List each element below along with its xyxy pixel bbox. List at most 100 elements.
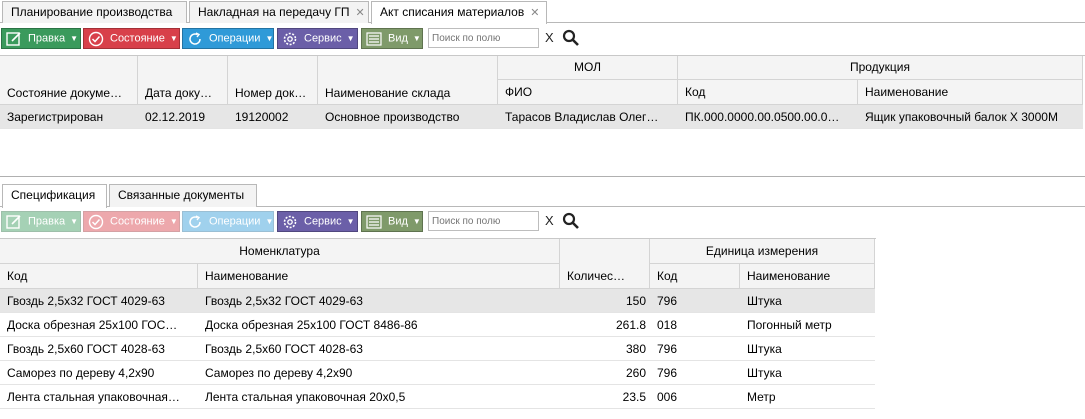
column-header-product-name[interactable]: Наименование [858, 80, 1083, 105]
cell-code: Гвоздь 2,5х32 ГОСТ 4029-63 [7, 294, 165, 308]
cell-unit-name: Штука [747, 366, 782, 380]
column-header-quantity[interactable]: Количес… [560, 264, 650, 289]
tab-specification[interactable]: Спецификация [2, 184, 107, 208]
state-button-label: Состояние [110, 32, 165, 45]
cell-state: Зарегистрирован [7, 110, 104, 124]
close-icon[interactable]: ✕ [530, 7, 539, 19]
column-header-state[interactable]: Состояние докуме… [0, 80, 138, 105]
clear-search-button[interactable]: X [545, 30, 554, 45]
cell-code: Доска обрезная 25х100 ГОС… [7, 318, 178, 332]
view-button-label: Вид [388, 32, 408, 45]
cell-unit-code: 018 [657, 318, 678, 332]
tab-transfer-invoice[interactable]: Накладная на передачу ГП ✕ [189, 1, 369, 23]
search-icon[interactable] [562, 29, 580, 47]
chevron-down-icon: ▼ [346, 217, 355, 226]
cell-unit-code: 796 [657, 294, 678, 308]
refresh-icon [189, 214, 201, 228]
operations-button[interactable]: Операции ▼ [182, 28, 274, 49]
search-icon[interactable] [562, 212, 580, 230]
cell-unit-code: 796 [657, 342, 678, 356]
search-input[interactable] [428, 28, 539, 48]
column-header-date[interactable]: Дата доку… [138, 80, 228, 105]
tab-production-planning[interactable]: Планирование производства [2, 1, 187, 23]
view-button[interactable]: Вид ▼ [361, 211, 423, 232]
tab-label: Спецификация [11, 188, 96, 202]
gear-icon [283, 215, 297, 228]
cell-quantity: 261.8 [615, 318, 646, 332]
state-button-label: Состояние [110, 215, 165, 228]
operations-button-label: Операции [209, 32, 261, 45]
cell-quantity: 150 [625, 294, 646, 308]
group-header-unit: Единица измерения [650, 239, 875, 264]
document-tabbar: Планирование производства Накладная на п… [0, 0, 1085, 24]
chevron-down-icon: ▼ [169, 217, 178, 226]
cell-number: 19120002 [235, 110, 289, 124]
edit-button-label: Правка [28, 215, 66, 228]
group-header-mol: МОЛ [498, 56, 678, 80]
cell-unit-name: Штука [747, 342, 782, 356]
column-header-unit-name[interactable]: Наименование [740, 264, 875, 289]
tab-write-off-act[interactable]: Акт списания материалов ✕ [371, 1, 547, 24]
column-header-unit-code[interactable]: Код [650, 264, 740, 289]
specification-grid: Номенклатура Единица измерения Код Наиме… [0, 238, 876, 409]
check-circle-icon [88, 214, 104, 229]
tab-related-documents[interactable]: Связанные документы [109, 184, 257, 207]
edit-button-label: Правка [28, 32, 66, 45]
table-row[interactable]: Доска обрезная 25х100 ГОС… Доска обрезна… [0, 313, 875, 337]
gear-icon [283, 32, 297, 45]
chevron-down-icon: ▼ [169, 34, 178, 43]
cell-quantity: 260 [625, 366, 646, 380]
chevron-down-icon: ▼ [70, 217, 79, 226]
tab-label: Акт списания материалов [380, 5, 525, 19]
cell-name: Лента стальная упаковочная 20х0,5 [205, 390, 406, 404]
table-row[interactable]: Лента стальная упаковочная… Лента стальн… [0, 385, 875, 409]
cell-product-name: Ящик упаковочный балок Х 3000М [865, 110, 1058, 124]
column-header-code[interactable]: Код [0, 264, 198, 289]
refresh-icon [189, 31, 201, 45]
panel-splitter[interactable] [0, 176, 1085, 177]
search-input[interactable] [428, 211, 539, 231]
service-button[interactable]: Сервис ▼ [277, 28, 358, 49]
service-button-label: Сервис [304, 32, 342, 45]
table-row[interactable]: Гвоздь 2,5х60 ГОСТ 4028-63 Гвоздь 2,5х60… [0, 337, 875, 361]
state-button[interactable]: Состояние ▼ [83, 28, 180, 49]
detail-tabbar: Спецификация Связанные документы [0, 183, 1085, 208]
column-header-fio[interactable]: ФИО [498, 80, 678, 105]
chevron-down-icon: ▼ [412, 217, 421, 226]
chevron-down-icon: ▼ [412, 34, 421, 43]
edit-icon [6, 31, 21, 46]
tab-label: Планирование производства [11, 5, 173, 19]
column-header-name[interactable]: Наименование [198, 264, 560, 289]
view-button-label: Вид [388, 215, 408, 228]
column-header-number[interactable]: Номер док… [228, 80, 318, 105]
column-header-product-code[interactable]: Код [678, 80, 858, 105]
service-button[interactable]: Сервис ▼ [277, 211, 358, 232]
table-row[interactable]: Саморез по дереву 4,2х90 Саморез по дере… [0, 361, 875, 385]
cell-product-code: ПК.000.0000.00.0500.00.0… [685, 110, 840, 124]
cell-fio: Тарасов Владислав Олег… [505, 110, 659, 124]
chevron-down-icon: ▼ [265, 217, 274, 226]
column-header-warehouse[interactable]: Наименование склада [318, 80, 498, 105]
cell-code: Саморез по дереву 4,2х90 [7, 366, 155, 380]
state-button: Состояние ▼ [83, 211, 180, 232]
cell-name: Саморез по дереву 4,2х90 [205, 366, 353, 380]
tab-label: Накладная на передачу ГП [198, 5, 350, 19]
cell-unit-code: 796 [657, 366, 678, 380]
clear-search-button[interactable]: X [545, 213, 554, 228]
list-icon [366, 31, 382, 46]
table-row[interactable]: Гвоздь 2,5х32 ГОСТ 4029-63 Гвоздь 2,5х32… [0, 289, 875, 313]
table-row[interactable]: Зарегистрирован 02.12.2019 19120002 Осно… [0, 105, 1083, 129]
cell-quantity: 23.5 [622, 390, 646, 404]
check-circle-icon [88, 31, 104, 46]
close-icon[interactable]: ✕ [356, 7, 365, 19]
view-button[interactable]: Вид ▼ [361, 28, 423, 49]
edit-button: Правка ▼ [1, 211, 81, 232]
cell-code: Лента стальная упаковочная… [7, 390, 180, 404]
service-button-label: Сервис [304, 215, 342, 228]
cell-name: Гвоздь 2,5х32 ГОСТ 4029-63 [205, 294, 363, 308]
edit-button[interactable]: Правка ▼ [1, 28, 81, 49]
cell-unit-name: Метр [747, 390, 776, 404]
cell-warehouse: Основное производство [325, 110, 460, 124]
operations-button-label: Операции [209, 215, 261, 228]
chevron-down-icon: ▼ [70, 34, 79, 43]
